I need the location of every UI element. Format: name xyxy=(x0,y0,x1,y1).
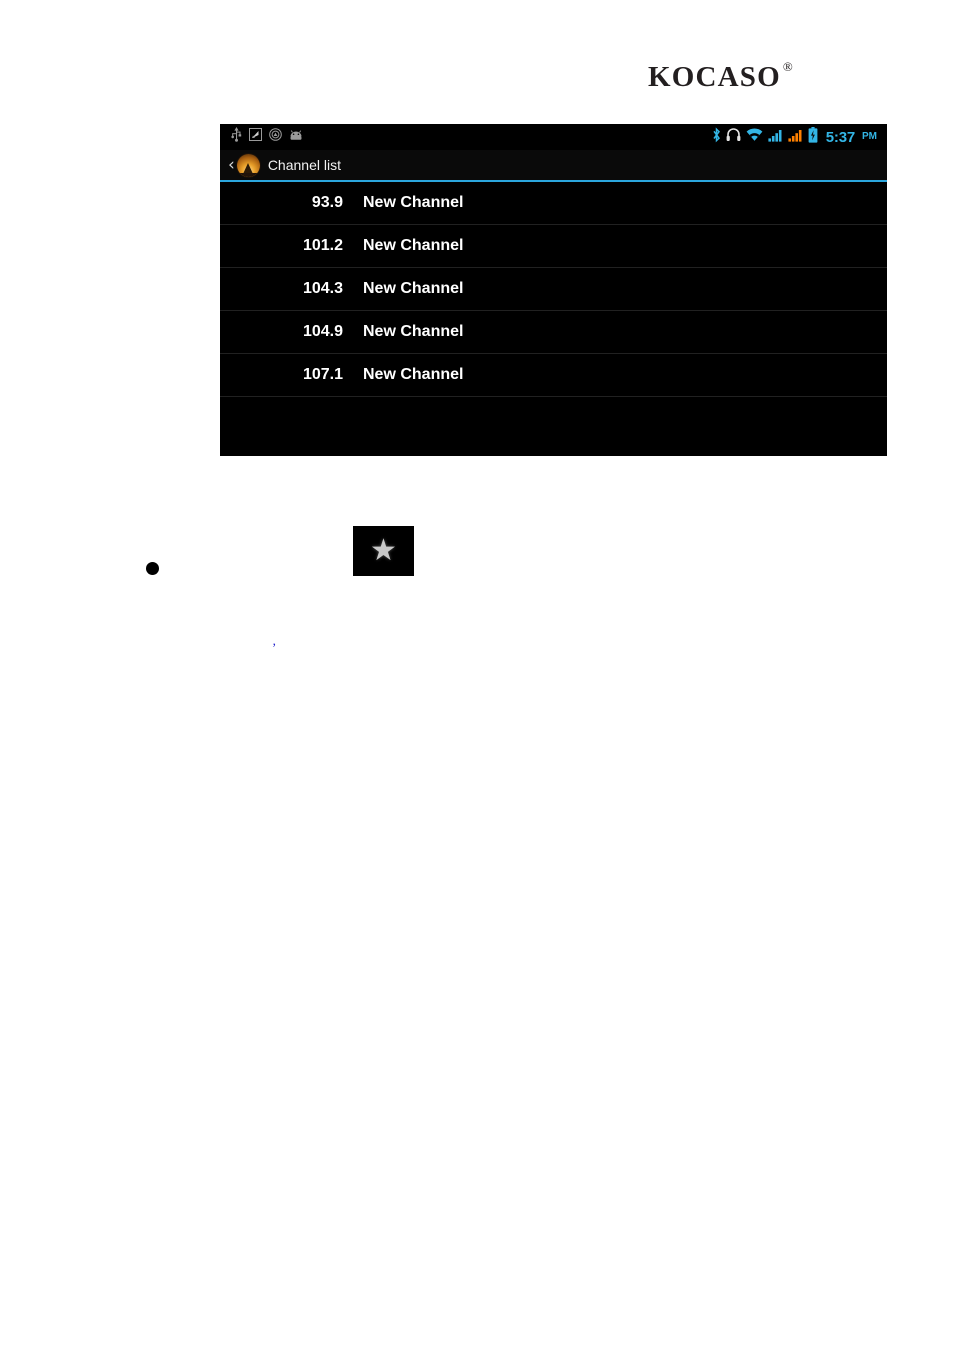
status-bar-right-icons: 5:37 PM xyxy=(712,126,877,148)
channel-frequency: 104.3 xyxy=(302,280,343,297)
channel-name: New Channel xyxy=(363,280,464,297)
table-row[interactable]: 101.2 New Channel xyxy=(220,225,887,268)
battery-charging-icon xyxy=(808,126,818,148)
channel-name: New Channel xyxy=(363,237,464,254)
status-bar-clock-meridiem: PM xyxy=(862,131,877,142)
channel-frequency: 107.1 xyxy=(302,366,343,383)
back-chevron-icon[interactable]: ‹ xyxy=(228,156,235,174)
registered-trademark-symbol: ® xyxy=(782,59,793,74)
signal-bars-sim1-icon xyxy=(768,128,783,147)
bluetooth-icon xyxy=(712,126,721,148)
channel-list-empty-area xyxy=(220,397,887,444)
channel-name: New Channel xyxy=(363,366,464,383)
channel-frequency: 104.9 xyxy=(302,323,343,340)
fm-radio-icon[interactable] xyxy=(236,153,260,177)
table-row[interactable]: 104.9 New Channel xyxy=(220,311,887,354)
signal-bars-sim2-icon xyxy=(788,128,803,147)
channel-frequency: 101.2 xyxy=(302,237,343,254)
table-row[interactable]: 107.1 New Channel xyxy=(220,354,887,397)
status-bar-clock: 5:37 xyxy=(825,128,855,146)
brand-logo: KOCASO ® xyxy=(648,59,793,93)
table-row[interactable]: 104.3 New Channel xyxy=(220,268,887,311)
headset-icon xyxy=(726,127,741,147)
status-bar-left-icons xyxy=(231,127,303,147)
channel-frequency: 93.9 xyxy=(311,194,343,211)
android-robot-icon xyxy=(289,128,303,146)
brand-name: KOCASO xyxy=(648,61,781,93)
wifi-icon xyxy=(746,127,763,147)
channel-name: New Channel xyxy=(363,323,464,340)
device-screenshot: 5:37 PM ‹ Channel list 93.9 New Channel … xyxy=(220,124,887,456)
usb-icon xyxy=(231,127,242,147)
page-title: Channel list xyxy=(267,157,341,173)
bullet-point-marker xyxy=(146,562,159,575)
channel-name: New Channel xyxy=(363,194,464,211)
fm-radio-base-shape xyxy=(236,172,260,177)
channel-list[interactable]: 93.9 New Channel 101.2 New Channel 104.3… xyxy=(220,182,887,444)
stray-punctuation-mark: ’ xyxy=(272,640,277,655)
android-status-bar: 5:37 PM xyxy=(220,124,887,150)
favorite-icon-tile[interactable]: ★ xyxy=(353,526,414,576)
action-bar: ‹ Channel list xyxy=(220,150,887,180)
debug-icon xyxy=(249,128,262,146)
sync-circle-icon xyxy=(269,128,282,146)
star-icon: ★ xyxy=(370,533,397,568)
table-row[interactable]: 93.9 New Channel xyxy=(220,182,887,225)
